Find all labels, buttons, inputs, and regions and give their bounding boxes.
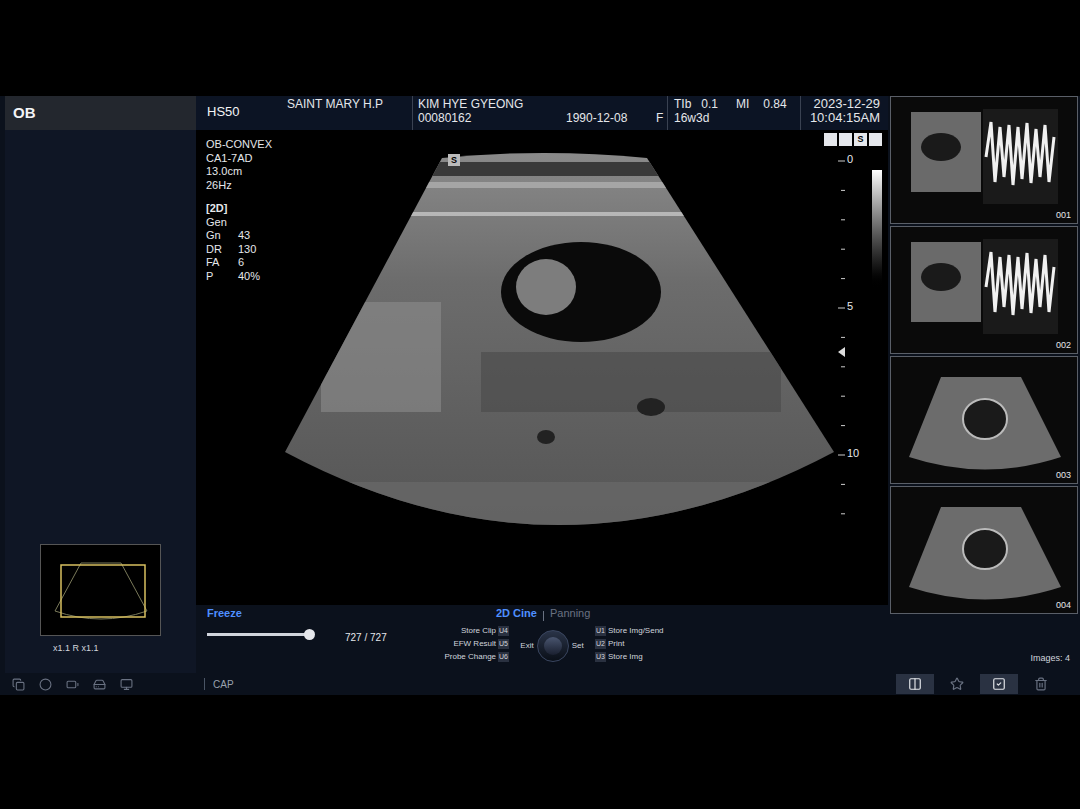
gray-bar [872, 170, 882, 290]
status-icon [12, 678, 25, 691]
status-icon [39, 678, 52, 691]
thumbnail[interactable]: 004 [890, 486, 1078, 614]
cine-slider[interactable] [207, 633, 310, 636]
status-button-icon [1034, 677, 1048, 691]
birth-date: 1990-12-08 [566, 111, 656, 125]
thumbnail-label: 002 [1056, 341, 1071, 350]
status-button-icon [950, 677, 964, 691]
status-button[interactable] [980, 674, 1018, 694]
trackball[interactable]: Exit Set [509, 625, 595, 667]
cine-tab[interactable]: Panning [550, 605, 590, 622]
patient-id: 00080162 [418, 111, 566, 125]
softkey[interactable]: U2Print [595, 638, 664, 650]
thumbnail-image [891, 97, 1078, 223]
softkey[interactable]: U1Store Img/Send [595, 625, 664, 637]
patient-name: KIM HYE GYEONG [418, 97, 667, 111]
thumbnail-image [891, 227, 1078, 353]
screen: OB x1.1 R x1.1 HS50SAINT MARY H.P KIM HYE G… [0, 0, 1080, 809]
image-area: S OB-CONVEXCA1-7AD13.0cm26Hz [2D]GenGn43DR… [196, 130, 888, 605]
softkey[interactable]: EFW ResultU5 [453, 638, 509, 650]
thumbnail[interactable]: 003 [890, 356, 1078, 484]
hospital: SAINT MARY H.P [287, 96, 412, 130]
depth-scale: 0 5 10 [838, 130, 888, 605]
mode-param: DR130 [206, 243, 281, 257]
probe-info-line: OB-CONVEX [206, 138, 281, 152]
status-button-icon [992, 677, 1006, 691]
preset: Gen [206, 216, 281, 230]
trackball-left: Exit [520, 640, 533, 652]
cap-indicator: CAP [213, 677, 234, 692]
frame-count: 727 / 727 [345, 630, 387, 645]
status-icon [93, 678, 106, 691]
status-button[interactable] [1022, 674, 1060, 694]
tib-value: 0.1 [701, 97, 718, 111]
status-icon [869, 133, 882, 146]
cine-controls: Freeze2D Cine Panning 727 / 727 Store ClipU… [196, 605, 888, 673]
trackball-icon [537, 630, 569, 662]
status-icon [824, 133, 837, 146]
ultrasound-image [281, 152, 838, 532]
sex: F [656, 111, 663, 125]
tib-label: TIb [674, 97, 691, 111]
thumbnail-image [891, 487, 1078, 613]
center: HS50SAINT MARY H.P KIM HYE GYEONG00080162… [196, 96, 888, 673]
mode-title: OB [5, 96, 196, 130]
left-panel: OB x1.1 R x1.1 [5, 96, 196, 673]
mi-label: MI [736, 97, 749, 130]
status-icon: S [854, 133, 867, 146]
trackball-right: Set [572, 640, 584, 652]
freeze-label: Freeze [207, 605, 496, 622]
zoom-navigator[interactable] [40, 544, 161, 636]
mode-param: FA6 [206, 256, 281, 270]
probe-info-line: CA1-7AD [206, 152, 281, 166]
status-icon [66, 678, 79, 691]
status-icon [839, 133, 852, 146]
status-button[interactable] [938, 674, 976, 694]
mode-param: P40% [206, 270, 281, 284]
model: HS50 [207, 96, 287, 130]
header-bar: HS50SAINT MARY H.P KIM HYE GYEONG00080162… [196, 96, 888, 130]
depth-ruler-icon [838, 130, 858, 530]
cine-tab[interactable]: 2D Cine [496, 605, 537, 622]
mode-param: Gn43 [206, 229, 281, 243]
depth-label: 10 [847, 448, 859, 459]
probe-info-line: 13.0cm [206, 165, 281, 179]
images-count: Images: 4 [1030, 652, 1070, 666]
date: 2023-12-29 [814, 97, 881, 111]
probe-info: OB-CONVEXCA1-7AD13.0cm26Hz [2D]GenGn43DR1… [196, 130, 281, 605]
thumbnail[interactable]: 001 [890, 96, 1078, 224]
main: OB x1.1 R x1.1 HS50SAINT MARY H.P KIM HYE G… [0, 96, 1080, 673]
orientation-marker: S [448, 154, 460, 166]
softkey[interactable]: Probe ChangeU6 [444, 651, 509, 663]
mode-info-title: [2D] [206, 202, 281, 216]
gestational-age: 16w3d [674, 111, 730, 125]
status-bar: CAP [0, 673, 1080, 695]
status-button[interactable] [896, 674, 934, 694]
status-button-icon [908, 677, 922, 691]
thumbnail-label: 003 [1056, 471, 1071, 480]
thumbnail-label: 004 [1056, 601, 1071, 610]
time: 10:04:15AM [810, 111, 880, 125]
status-icon [120, 678, 133, 691]
depth-label: 0 [847, 154, 853, 165]
thumbnail[interactable]: 002 [890, 226, 1078, 354]
header-icons: S [824, 133, 882, 146]
probe-info-line: 26Hz [206, 179, 281, 193]
zoom-text: x1.1 R x1.1 [53, 642, 196, 656]
thumbnail-panel: 001 002 003 004 Images: 4 [888, 96, 1078, 673]
thumbnail-image [891, 357, 1078, 483]
softkey[interactable]: Store ClipU4 [461, 625, 509, 637]
thumbnail-label: 001 [1056, 211, 1071, 220]
mi-value: 0.84 [763, 97, 786, 130]
depth-label: 5 [847, 301, 853, 312]
zoom-region-icon [51, 555, 151, 625]
softkey[interactable]: U3Store Img [595, 651, 664, 663]
